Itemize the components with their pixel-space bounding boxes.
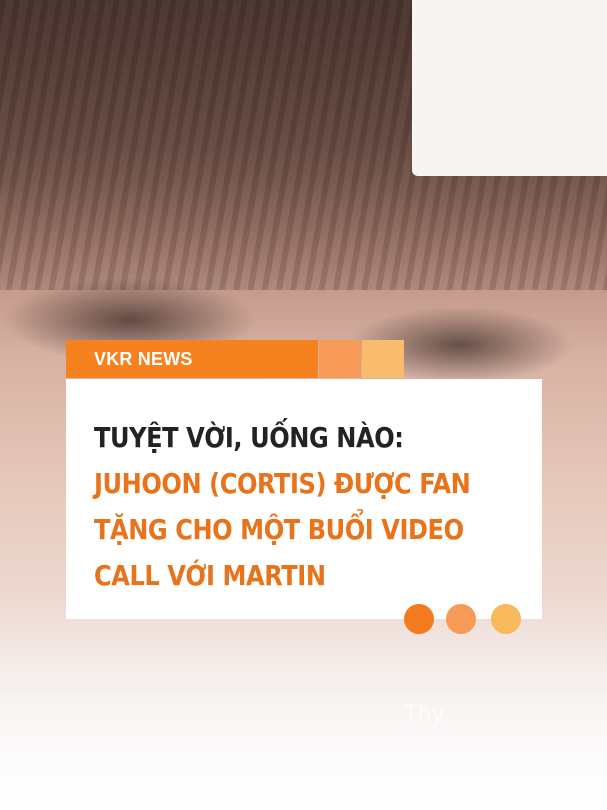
photo-white-area [412,0,607,176]
source-tag-label: VKR NEWS [94,348,193,369]
decorative-dot [404,604,434,634]
bottom-fade-overlay [0,600,607,810]
tag-accent-block [319,340,361,378]
decorative-dot [446,604,476,634]
source-tag-bar: VKR NEWS [66,340,318,378]
headline-card: TUYỆT VỜI, UỐNG NÀO: JUHOON (CORTIS) ĐƯỢ… [66,379,542,619]
watermark-text: Thy [404,702,445,727]
headline: TUYỆT VỜI, UỐNG NÀO: JUHOON (CORTIS) ĐƯỢ… [94,415,515,599]
headline-orange-part: JUHOON (CORTIS) ĐƯỢC FAN TẶNG CHO MỘT BU… [94,467,471,592]
headline-dark-part: TUYỆT VỜI, UỐNG NÀO: [94,421,404,454]
decorative-dot [491,604,521,634]
tag-accent-block [362,340,404,378]
